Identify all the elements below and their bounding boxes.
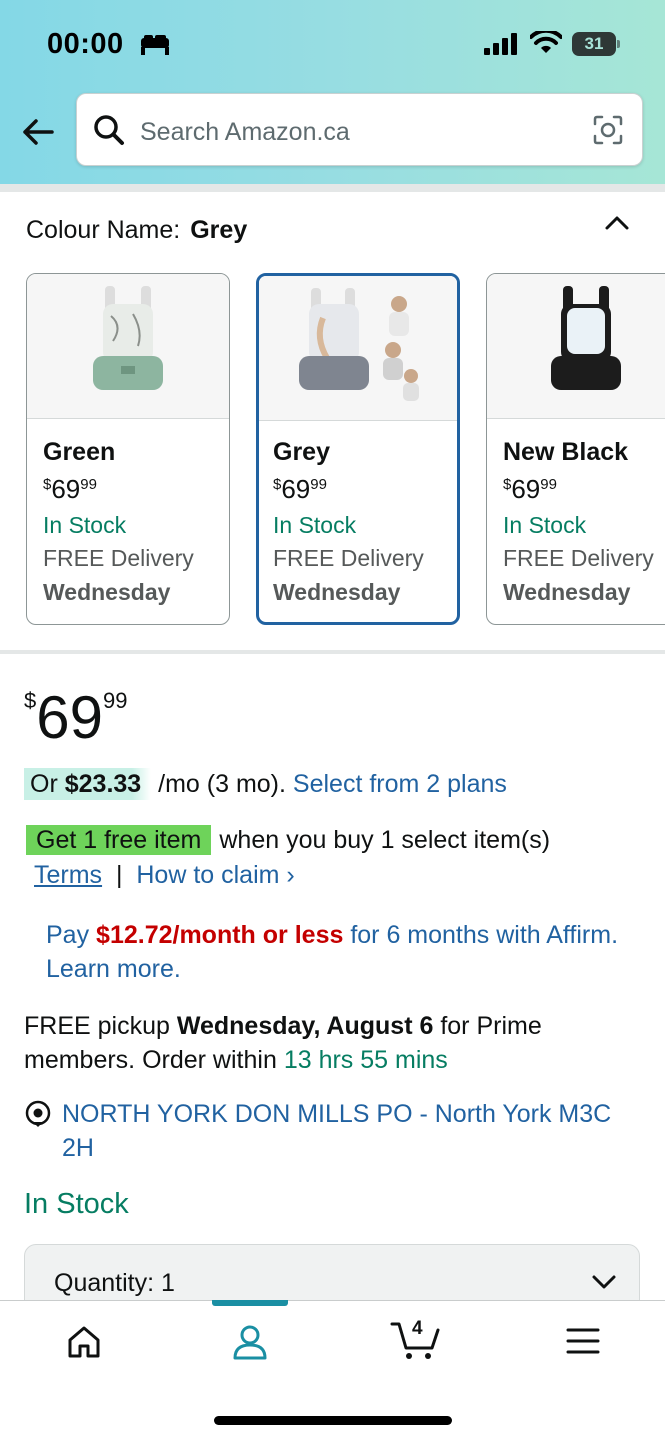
swatch-price: $6999 xyxy=(43,474,97,504)
pickup-location-link[interactable]: NORTH YORK DON MILLS PO - North York M3C… xyxy=(62,1097,632,1165)
cell-signal-icon xyxy=(484,33,517,55)
stock-status: In Stock xyxy=(24,1188,129,1220)
select-plans-link[interactable]: Select from 2 plans xyxy=(293,770,507,798)
colour-name-label: Colour Name: xyxy=(26,216,181,244)
search-input[interactable]: Search Amazon.ca xyxy=(76,93,643,166)
swatch-day: Wednesday xyxy=(43,579,171,605)
installment-highlight: Or $23.33 xyxy=(24,768,152,800)
promo-text: when you buy 1 select item(s) xyxy=(219,826,551,854)
quantity-label: Quantity: 1 xyxy=(54,1269,175,1297)
sleep-mode-icon xyxy=(141,35,169,55)
swatch-delivery: FREE Delivery xyxy=(43,545,194,571)
countdown: 13 hrs 55 mins xyxy=(283,1046,448,1074)
chevron-down-icon xyxy=(592,1275,616,1289)
swatch-name: Grey xyxy=(273,438,330,466)
home-icon[interactable] xyxy=(64,1322,104,1362)
affirm-offer[interactable]: Pay $12.72/month or less for 6 months wi… xyxy=(46,918,626,986)
cart-count-badge: 4 xyxy=(412,1318,423,1339)
colour-name-row: Colour Name: Grey xyxy=(26,216,247,245)
promo-row: Get 1 free item when you buy 1 select ite… xyxy=(26,825,551,855)
swatch-price: $6999 xyxy=(503,474,557,504)
active-tab-indicator xyxy=(212,1300,288,1306)
swatch-name: Green xyxy=(43,438,116,466)
colour-name-value: Grey xyxy=(190,216,248,244)
product-price: $6999 xyxy=(24,684,128,751)
swatch-stock: In Stock xyxy=(503,512,587,538)
search-placeholder: Search Amazon.ca xyxy=(140,118,350,146)
swatch-day: Wednesday xyxy=(273,579,401,605)
profile-icon[interactable] xyxy=(230,1322,270,1362)
swatch-stock: In Stock xyxy=(43,512,127,538)
section-divider xyxy=(0,184,665,192)
home-indicator xyxy=(214,1416,452,1425)
swatch-day: Wednesday xyxy=(503,579,631,605)
product-image-new-black xyxy=(487,274,665,419)
swatch-new-black[interactable]: New Black $6999 In Stock FREE Delivery W… xyxy=(486,273,665,625)
wifi-icon xyxy=(530,31,562,53)
chevron-up-icon[interactable] xyxy=(604,213,630,233)
terms-row: Terms | How to claim › xyxy=(34,861,295,890)
installment-row: Or $23.33 /mo (3 mo). Select from 2 plan… xyxy=(24,768,507,800)
camera-search-icon[interactable] xyxy=(592,114,624,146)
swatch-grey[interactable]: Grey $6999 In Stock FREE Delivery Wednes… xyxy=(256,273,460,625)
location-pin-icon xyxy=(25,1100,51,1127)
promo-badge: Get 1 free item xyxy=(26,825,212,855)
terms-separator: | xyxy=(115,861,123,889)
terms-link[interactable]: Terms xyxy=(34,861,102,889)
search-icon xyxy=(94,115,124,145)
pickup-info: FREE pickup Wednesday, August 6 for Prim… xyxy=(24,1012,542,1074)
battery-icon: 31 xyxy=(572,32,620,56)
swatch-delivery: FREE Delivery xyxy=(503,545,654,571)
swatch-green[interactable]: Green $6999 In Stock FREE Delivery Wedne… xyxy=(26,273,230,625)
product-image-green xyxy=(27,274,229,419)
swatch-name: New Black xyxy=(503,438,629,466)
menu-icon[interactable] xyxy=(566,1327,600,1355)
status-time: 00:00 xyxy=(47,28,124,60)
how-to-claim-link[interactable]: How to claim › xyxy=(136,861,294,889)
swatch-delivery: FREE Delivery xyxy=(273,545,424,571)
header: 00:00 31 Search Amazon.ca xyxy=(0,0,665,184)
product-image-grey xyxy=(259,276,457,421)
battery-level: 31 xyxy=(584,34,604,53)
installment-suffix: /mo (3 mo). xyxy=(158,770,286,798)
swatch-stock: In Stock xyxy=(273,512,357,538)
back-arrow-icon[interactable] xyxy=(20,114,56,150)
swatch-price: $6999 xyxy=(273,474,327,504)
section-divider xyxy=(0,650,665,654)
